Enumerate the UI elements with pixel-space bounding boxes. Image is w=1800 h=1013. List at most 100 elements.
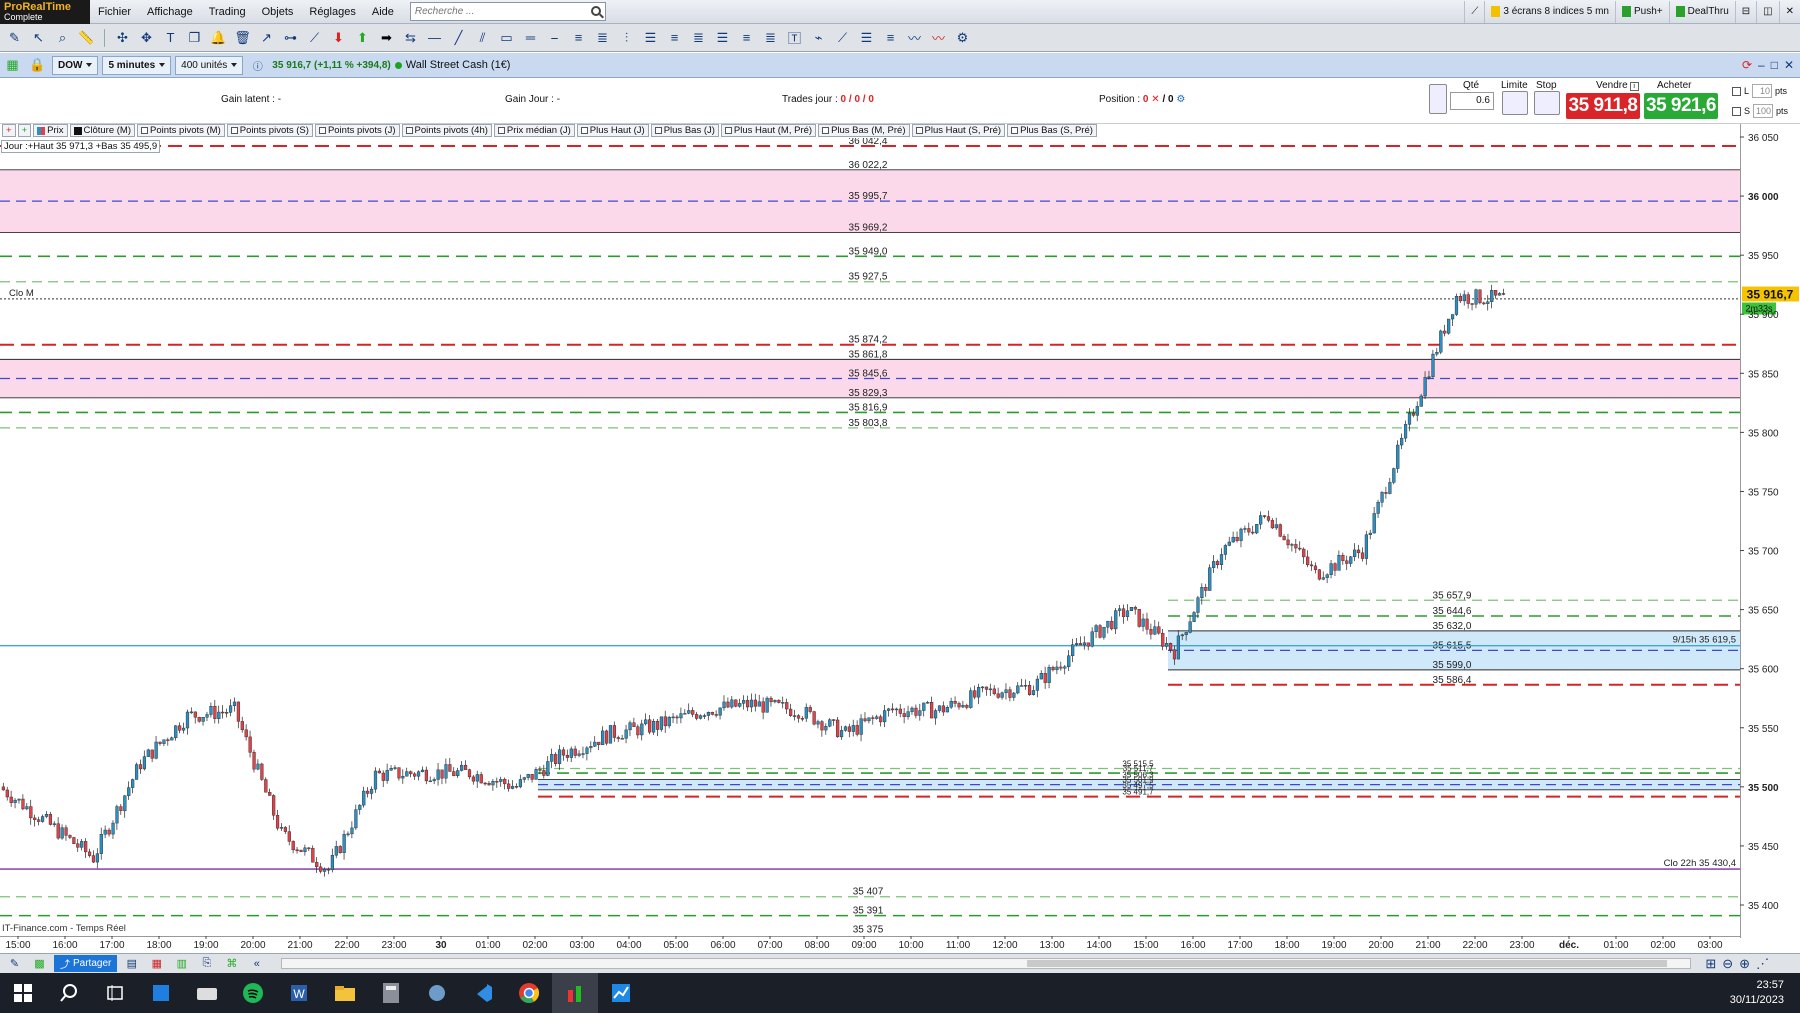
word-icon[interactable]: W (276, 973, 322, 1013)
checkbox[interactable] (318, 127, 326, 134)
close-position-icon[interactable]: ✕ (1151, 94, 1159, 105)
window-restore-icon[interactable]: ◫ (1756, 0, 1778, 23)
add-indicator-button[interactable]: + (2, 124, 16, 137)
indicator-plus-haut-s-pre[interactable]: Plus Haut (S, Pré) (911, 124, 1006, 137)
instrument-icon[interactable]: ▦ (2, 55, 23, 76)
checkbox[interactable] (1011, 127, 1019, 134)
spotify-icon[interactable] (230, 973, 276, 1013)
share-button[interactable]: ⤴ Partager (54, 955, 118, 972)
horizontal-scrollbar[interactable] (281, 958, 1692, 969)
buy-arrow-icon[interactable]: ⬆ (352, 27, 373, 48)
checkbox[interactable] (822, 127, 830, 134)
list-icon[interactable]: ☰ (856, 27, 877, 48)
fibo-7-icon[interactable]: ☰ (712, 27, 733, 48)
text-icon[interactable]: T (160, 27, 181, 48)
horizontal-line-icon[interactable]: ⇆ (400, 27, 421, 48)
search-box[interactable] (409, 2, 606, 21)
copy-icon[interactable]: ❐ (184, 27, 205, 48)
windows-start-icon[interactable] (0, 973, 46, 1013)
search-icon[interactable] (590, 6, 601, 16)
units-selector[interactable]: 400 unités (175, 55, 244, 75)
menu-aide[interactable]: Aide (364, 6, 402, 18)
chart-style-icon[interactable]: ▩ (29, 953, 50, 974)
wave-icon[interactable]: 〰 (904, 27, 925, 48)
zoom-settings-icon[interactable]: ⋰ (1756, 956, 1769, 972)
app-chart-icon[interactable] (598, 973, 644, 1013)
pencil-tool-icon[interactable]: ✎ (4, 953, 25, 974)
level-line-icon[interactable]: ═ (520, 27, 541, 48)
indicator-plus-bas-s-pre[interactable]: Plus Bas (S, Pré) (1007, 124, 1097, 137)
qty-input[interactable]: 0.6 (1450, 92, 1494, 110)
ray-icon[interactable]: ⟋ (304, 27, 325, 48)
app-settings-icon[interactable] (414, 973, 460, 1013)
push-button[interactable]: Push+ (1614, 0, 1669, 23)
checkbox[interactable] (580, 127, 588, 134)
system-clock[interactable]: 23:57 30/11/2023 (1730, 978, 1800, 1008)
settings-wheel-icon[interactable]: ⚙ (952, 27, 973, 48)
info-icon[interactable]: ⓘ (247, 55, 268, 76)
fibo-2-icon[interactable]: ≣ (592, 27, 613, 48)
chart-maximize-icon[interactable]: □ (1771, 58, 1778, 72)
indicator-pivots-4h[interactable]: Points pivots (4h) (401, 124, 492, 137)
right-arrow-icon[interactable]: ➡ (376, 27, 397, 48)
pattern-icon[interactable]: ⌁ (808, 27, 829, 48)
app-blue-icon[interactable] (138, 973, 184, 1013)
indicator-cloture-m[interactable]: Clôture (M) (69, 124, 136, 137)
indicator-plus-bas-m-pre[interactable]: Plus Bas (M, Pré) (818, 124, 910, 137)
wave-red-icon[interactable]: 〰 (928, 27, 949, 48)
limit-checkbox[interactable] (1732, 86, 1741, 96)
symbol-selector[interactable]: DOW (52, 55, 99, 75)
chrome-icon[interactable] (506, 973, 552, 1013)
task-view-icon[interactable] (92, 973, 138, 1013)
segment-icon[interactable]: ⊶ (280, 27, 301, 48)
zoom-out-icon[interactable]: ⊖ (1722, 956, 1733, 972)
fibo-8-icon[interactable]: ≡ (736, 27, 757, 48)
arrow-line-icon[interactable]: ↗ (256, 27, 277, 48)
menu-affichage[interactable]: Affichage (139, 6, 201, 18)
list-2-icon[interactable]: ≡ (880, 27, 901, 48)
ruler-icon[interactable]: 📏 (76, 27, 97, 48)
scroll-left-icon[interactable]: « (246, 953, 267, 974)
fibo-9-icon[interactable]: ≣ (760, 27, 781, 48)
calculator-icon[interactable]: ▦ (146, 953, 167, 974)
add-indicator-green-button[interactable]: + (17, 124, 32, 137)
checkbox[interactable] (405, 127, 413, 134)
pencil-icon[interactable]: ✎ (4, 27, 25, 48)
code-icon[interactable]: ⌘ (221, 953, 242, 974)
price-chart[interactable]: 36 042,4 36 022,2 35 995,7 35 969,2 35 949,0… (0, 138, 1740, 938)
window-minimize-icon[interactable]: ⊟ (1734, 0, 1756, 23)
crosshair-icon[interactable]: ✣ (112, 27, 133, 48)
info-icon[interactable]: i (1629, 82, 1639, 91)
zoom-icon[interactable]: ⌕ (52, 27, 73, 48)
stop-checkbox[interactable] (1732, 106, 1741, 116)
vscode-icon[interactable] (460, 973, 506, 1013)
order-tools-icon[interactable] (1429, 84, 1447, 114)
chart-close-icon[interactable]: ✕ (1784, 58, 1794, 72)
channel-icon[interactable]: ⫽ (472, 27, 493, 48)
s-points-input[interactable]: 100 (1753, 104, 1774, 118)
indicator-pivots-m[interactable]: Points pivots (M) (137, 124, 225, 137)
buy-button[interactable]: 35 921,6 (1644, 93, 1718, 119)
workspace-selector[interactable]: 3 écrans 8 indices 5 mn (1484, 0, 1615, 23)
indicator-pivots-s[interactable]: Points pivots (S) (226, 124, 313, 137)
cursor-icon[interactable]: ↖ (28, 27, 49, 48)
indicator-pivots-j[interactable]: Points pivots (J) (314, 124, 400, 137)
zoom-in-icon[interactable]: ⊕ (1739, 956, 1750, 972)
fibo-5-icon[interactable]: ≡ (664, 27, 685, 48)
checkbox[interactable] (497, 127, 505, 134)
chart-minimize-icon[interactable]: – (1758, 58, 1765, 72)
screener-icon[interactable]: ▤ (121, 953, 142, 974)
checkbox[interactable] (230, 127, 238, 134)
sell-arrow-icon[interactable]: ⬇ (328, 27, 349, 48)
stop-order-button[interactable] (1534, 91, 1560, 115)
checkbox[interactable] (724, 127, 732, 134)
sell-button[interactable]: 35 911,8 (1566, 93, 1640, 119)
scrollbar-thumb[interactable] (1027, 960, 1668, 967)
menu-fichier[interactable]: Fichier (90, 6, 139, 18)
position-settings-icon[interactable]: ⚙ (1176, 94, 1185, 105)
hline-icon[interactable]: — (424, 27, 445, 48)
menu-reglages[interactable]: Réglages (301, 6, 363, 18)
fibo-6-icon[interactable]: ≣ (688, 27, 709, 48)
table-icon[interactable]: ▥ (171, 953, 192, 974)
indicator-plus-bas-j[interactable]: Plus Bas (J) (650, 124, 719, 137)
